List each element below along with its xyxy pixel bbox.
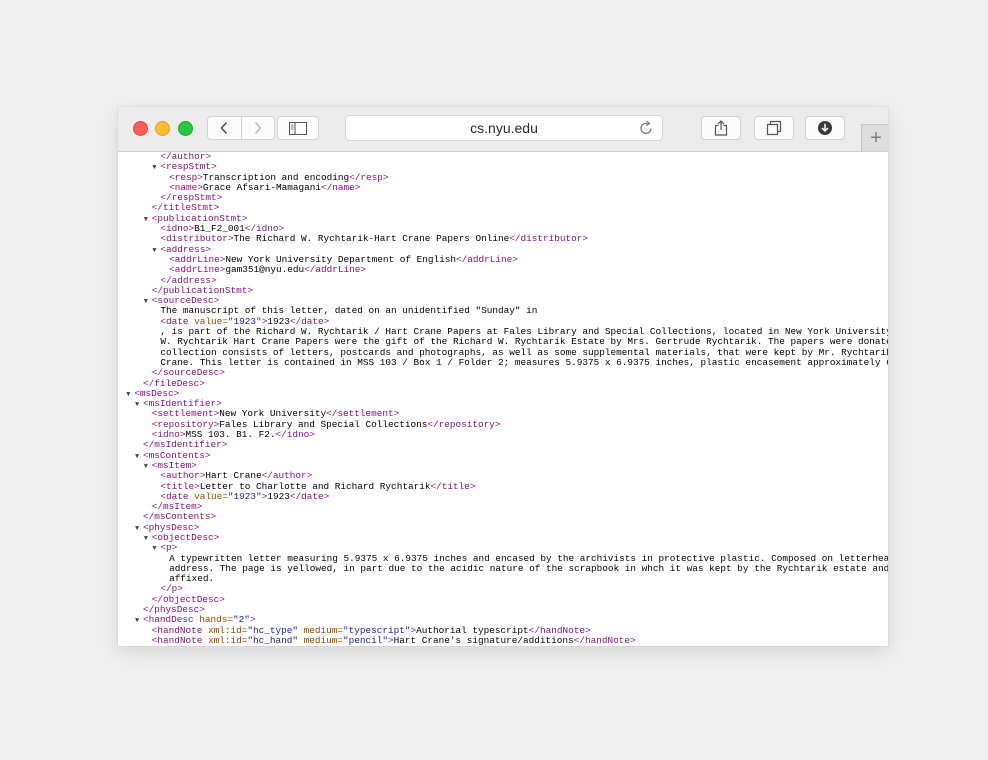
xml-attribute-value: "1923" [227, 490, 262, 502]
xml-tag: </title> [430, 480, 476, 492]
back-button[interactable] [208, 117, 241, 139]
new-tab-button[interactable]: + [861, 124, 888, 151]
xml-line: <addrLine>gam351@nyu.edu</addrLine> [118, 265, 888, 275]
address-bar[interactable]: cs.nyu.edu [345, 115, 663, 141]
sidebar-icon [289, 121, 307, 135]
xml-line: </objectDesc> [118, 594, 888, 605]
xml-attribute-value: "hc_hand" [247, 634, 298, 646]
xml-document-view: </author> ▼ <respStmt> <resp>Transcription … [118, 152, 888, 646]
forward-button[interactable] [240, 117, 275, 139]
tabs-overview-icon [766, 120, 782, 136]
sidebar-toggle-button[interactable] [277, 116, 319, 140]
xml-line: </fileDesc> [118, 378, 888, 389]
navigation-buttons [207, 116, 275, 140]
url-text: cs.nyu.edu [470, 120, 538, 136]
minimize-window-button[interactable] [155, 121, 170, 136]
xml-line: </msItem> [118, 501, 888, 512]
browser-toolbar: cs.nyu.edu + [118, 107, 888, 152]
download-icon [818, 121, 832, 135]
close-window-button[interactable] [133, 121, 148, 136]
xml-text: gam351@nyu.edu [225, 264, 305, 276]
xml-attribute-name: xml:id= [207, 634, 248, 646]
xml-text: Crane. This letter is contained in MSS 1… [160, 356, 888, 368]
xml-text: 1923 [267, 490, 290, 502]
reload-icon[interactable] [638, 120, 654, 136]
xml-tag: </handNote> [573, 634, 636, 646]
xml-line: </p> [118, 584, 888, 594]
xml-line: ▼ <physDesc> [118, 522, 888, 533]
xml-line: ▼ <msContents> [118, 450, 888, 461]
xml-line: </author> [118, 152, 888, 162]
xml-tag: <handNote [151, 634, 208, 646]
xml-line: </publicationStmt> [118, 285, 888, 296]
browser-window: cs.nyu.edu + </author> ▼ <respStmt> <resp>T… [118, 107, 888, 646]
xml-line: <idno>MSS 103. B1. F2.</idno> [118, 429, 888, 441]
xml-line: ▼ <objectDesc> [118, 532, 888, 543]
show-all-tabs-button[interactable] [754, 116, 794, 140]
downloads-button[interactable] [805, 116, 845, 140]
xml-line: ▼ <msDesc> [118, 388, 888, 399]
xml-line: <date value="1923">1923</date> [118, 490, 888, 502]
share-icon [714, 120, 728, 136]
xml-line: </respStmt> [118, 193, 888, 203]
xml-tag: </name> [321, 181, 361, 193]
xml-attribute-value: "pencil" [343, 634, 389, 646]
xml-tag: </idno> [275, 429, 315, 441]
xml-tag: </date> [289, 490, 330, 502]
xml-text: address. The page is yellowed, in part d… [169, 562, 888, 574]
xml-text: Hart Crane's signature/additions [393, 634, 574, 646]
xml-line: <name>Grace Afsari-Mamagani</name> [118, 181, 888, 193]
xml-tag: </distributor> [509, 233, 588, 245]
xml-text: The Richard W. Rychtarik-Hart Crane Pape… [233, 233, 510, 245]
xml-attribute-name: medium= [297, 634, 343, 646]
xml-line: <distributor>The Richard W. Rychtarik-Ha… [118, 234, 888, 244]
zoom-window-button[interactable] [178, 121, 193, 136]
chevron-left-icon [220, 121, 228, 135]
plus-icon: + [870, 127, 882, 149]
xml-line: address. The page is yellowed, in part d… [118, 562, 888, 574]
xml-line: affixed. [118, 574, 888, 584]
share-button[interactable] [701, 116, 741, 140]
xml-line: </msIdentifier> [118, 440, 888, 450]
xml-line: </msContents> [118, 512, 888, 522]
xml-tag: </addrLine> [456, 253, 518, 265]
xml-tag: </repository> [427, 418, 501, 430]
xml-tag: </addrLine> [304, 264, 367, 276]
xml-line: <handNote xml:id="hc_hand" medium="penci… [118, 634, 888, 646]
xml-line: Crane. This letter is contained in MSS 1… [118, 356, 888, 368]
xml-line: </sourceDesc> [118, 368, 888, 378]
chevron-right-icon [254, 121, 262, 135]
